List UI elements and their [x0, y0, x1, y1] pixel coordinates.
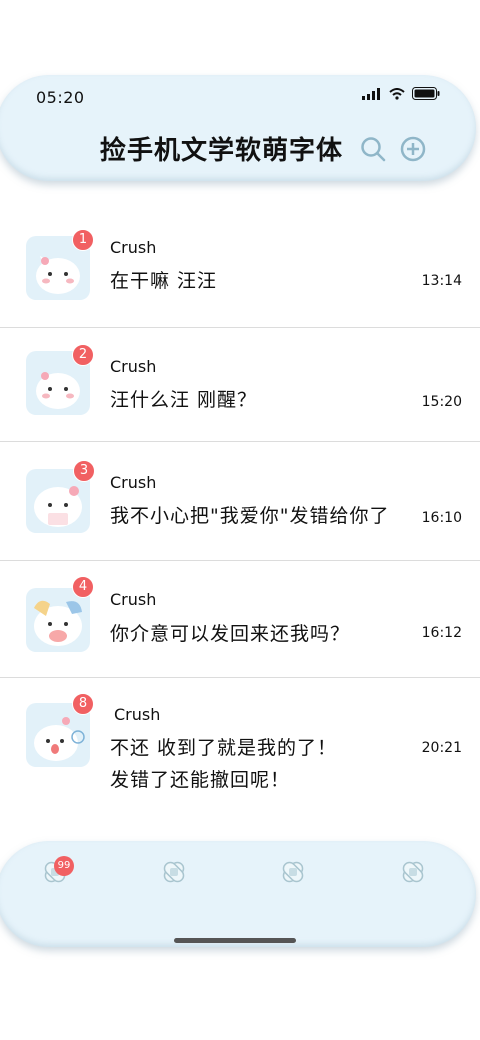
timestamp: 16:10 [421, 510, 462, 526]
unread-badge: 2 [72, 344, 94, 366]
contact-name: Crush [114, 705, 161, 724]
list-item[interactable]: 8 Crush 不还 收到了就是我的了！ 发错了还能撤回呢！ 20:21 [0, 677, 480, 817]
list-item[interactable]: 3 Crush 我不小心把"我爱你"发错给你了 16:10 [0, 441, 480, 561]
unread-badge: 3 [73, 460, 95, 482]
list-item[interactable]: 4 Crush 你介意可以发回来还我吗？ 16:12 [0, 560, 480, 678]
unread-badge: 1 [72, 229, 94, 251]
message-preview: 在干嘛 汪汪 [110, 270, 218, 292]
contact-name: Crush [110, 473, 157, 492]
wifi-icon [389, 87, 405, 100]
signal-icon [362, 87, 380, 100]
message-preview: 汪什么汪 刚醒？ [110, 389, 258, 411]
status-time: 05:20 [36, 88, 85, 107]
list-item[interactable]: 1 Crush 在干嘛 汪汪 13:14 [0, 210, 480, 328]
status-icons [362, 87, 440, 100]
timestamp: 13:14 [421, 273, 462, 289]
page-title: 捡手机文学软萌字体 [100, 136, 344, 166]
unread-badge: 8 [72, 693, 94, 715]
timestamp: 15:20 [421, 394, 462, 410]
message-preview-line-2: 发错了还能撤回呢！ [110, 769, 291, 791]
search-icon[interactable] [360, 136, 386, 162]
unread-badge: 4 [72, 576, 94, 598]
message-preview: 不还 收到了就是我的了！ [110, 737, 338, 759]
contact-name: Crush [110, 238, 157, 257]
bandage-icon[interactable] [276, 855, 310, 889]
bandage-icon[interactable] [157, 855, 191, 889]
message-preview: 你介意可以发回来还我吗？ [110, 623, 351, 645]
timestamp: 16:12 [421, 625, 462, 641]
contact-name: Crush [110, 357, 157, 376]
tab-badge: 99 [54, 856, 74, 876]
message-preview: 我不小心把"我爱你"发错给你了 [110, 505, 390, 527]
home-indicator[interactable] [174, 938, 296, 943]
battery-icon [412, 87, 440, 100]
bandage-icon[interactable] [396, 855, 430, 889]
contact-name: Crush [110, 590, 157, 609]
list-item[interactable]: 2 Crush 汪什么汪 刚醒？ 15:20 [0, 327, 480, 442]
timestamp: 20:21 [421, 740, 462, 756]
add-icon[interactable] [400, 136, 426, 162]
